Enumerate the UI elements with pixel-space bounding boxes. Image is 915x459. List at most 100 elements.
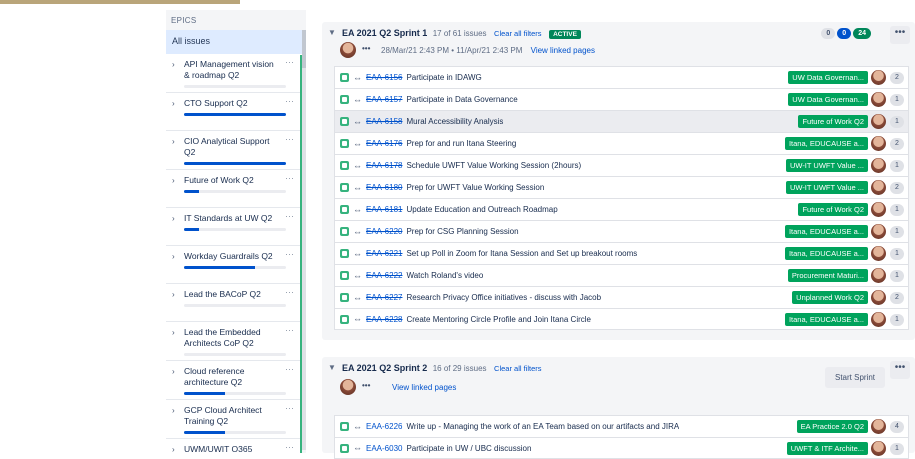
epic-item[interactable]: › Cloud reference architecture Q2 ··· [166,361,302,400]
epic-label-badge[interactable]: UW-IT UWFT Value ... [785,181,868,194]
issue-summary[interactable]: Prep for UWFT Value Working Session [406,183,544,192]
epic-item[interactable]: › Future of Work Q2 ··· [166,170,302,208]
chevron-right-icon[interactable]: › [172,445,175,453]
epic-label-badge[interactable]: Unplanned Work Q2 [792,291,868,304]
issue-key-link[interactable]: EAA-6176 [366,139,402,148]
chevron-down-icon[interactable]: ▼ [328,28,336,37]
epic-item[interactable]: › CTO Support Q2 ··· [166,93,302,131]
issue-key-link[interactable]: EAA-6178 [366,161,402,170]
issue-key-link[interactable]: EAA-6228 [366,315,402,324]
assignee-avatar[interactable] [871,180,886,195]
assignee-avatar[interactable] [871,246,886,261]
epic-label-badge[interactable]: Itana, EDUCAUSE a... [784,247,868,260]
more-icon[interactable]: ··· [285,96,294,106]
chevron-right-icon[interactable]: › [172,406,175,415]
issue-key-link[interactable]: EAA-6227 [366,293,402,302]
assignee-avatar[interactable] [871,268,886,283]
assignee-avatar[interactable] [871,419,886,434]
more-icon[interactable]: ··· [285,134,294,144]
issue-key-link[interactable]: EAA-6180 [366,183,402,192]
issue-summary[interactable]: Prep for and run Itana Steering [406,139,516,148]
issue-summary[interactable]: Update Education and Outreach Roadmap [406,205,557,214]
chevron-right-icon[interactable]: › [172,99,175,108]
more-icon[interactable]: ••• [362,44,370,53]
issue-key-link[interactable]: EAA-6157 [366,95,402,104]
more-icon[interactable]: ••• [362,381,370,390]
issue-summary[interactable]: Participate in UW / UBC discussion [406,444,531,453]
epic-label-badge[interactable]: Itana, EDUCAUSE a... [784,313,868,326]
issue-row[interactable]: ⇔ EAA-6222 Watch Roland's video Procurement… [334,264,909,286]
issue-summary[interactable]: Participate in IDAWG [406,73,481,82]
more-icon[interactable]: ··· [285,211,294,221]
assignee-avatar[interactable] [871,92,886,107]
assignee-avatar[interactable] [871,70,886,85]
more-icon[interactable]: ··· [285,364,294,374]
chevron-right-icon[interactable]: › [172,137,175,146]
epic-label-badge[interactable]: Procurement Maturi... [787,269,868,282]
epic-item[interactable]: › GCP Cloud Architect Training Q2 ··· [166,400,302,439]
issue-row[interactable]: ⇔ EAA-6180 Prep for UWFT Value Working Ses… [334,176,909,198]
epic-item[interactable]: › UWM/UWIT O365 ··· [166,439,302,453]
avatar[interactable] [340,379,356,395]
epic-item[interactable]: › API Management vision & roadmap Q2 ··· [166,54,302,93]
epic-label-badge[interactable]: UW Data Governan... [788,71,868,84]
more-icon[interactable]: ··· [285,403,294,413]
epic-label-badge[interactable]: Future of Work Q2 [798,203,868,216]
epic-label-badge[interactable]: Itana, EDUCAUSE a... [784,225,868,238]
assignee-avatar[interactable] [871,114,886,129]
issue-row[interactable]: ⇔ EAA-6221 Set up Poll in Zoom for Itana S… [334,242,909,264]
issue-row[interactable]: ⇔ EAA-6226 Write up - Managing the work of… [334,415,909,437]
chevron-right-icon[interactable]: › [172,252,175,261]
chevron-right-icon[interactable]: › [172,176,175,185]
issue-key-link[interactable]: EAA-6156 [366,73,402,82]
more-icon[interactable]: ··· [285,173,294,183]
issue-row[interactable]: ⇔ EAA-6030 Participate in UW / UBC discuss… [334,437,909,459]
epic-label-badge[interactable]: UWFT & ITF Archite... [786,442,868,455]
issue-summary[interactable]: Schedule UWFT Value Working Session (2ho… [406,161,581,170]
scrollbar-thumb[interactable] [302,30,306,68]
chevron-right-icon[interactable]: › [172,60,175,69]
clear-filters-link[interactable]: Clear all filters [494,364,542,373]
chevron-down-icon[interactable]: ▼ [328,363,336,372]
issue-summary[interactable]: Set up Poll in Zoom for Itana Session an… [406,249,637,258]
epic-label-badge[interactable]: Itana, EDUCAUSE a... [784,137,868,150]
epic-item[interactable]: › IT Standards at UW Q2 ··· [166,208,302,246]
chevron-right-icon[interactable]: › [172,214,175,223]
issue-row[interactable]: ⇔ EAA-6181 Update Education and Outreach R… [334,198,909,220]
issue-summary[interactable]: Participate in Data Governance [406,95,517,104]
issue-row[interactable]: ⇔ EAA-6220 Prep for CSG Planning Session It… [334,220,909,242]
issue-row[interactable]: ⇔ EAA-6176 Prep for and run Itana Steering… [334,132,909,154]
view-linked-pages-link[interactable]: View linked pages [392,383,456,392]
issue-summary[interactable]: Create Mentoring Circle Profile and Join… [406,315,591,324]
epic-label-badge[interactable]: UW Data Governan... [788,93,868,106]
assignee-avatar[interactable] [871,290,886,305]
assignee-avatar[interactable] [871,158,886,173]
more-icon[interactable]: ··· [285,57,294,67]
epic-label-badge[interactable]: Future of Work Q2 [798,115,868,128]
issue-row[interactable]: ⇔ EAA-6156 Participate in IDAWG UW Data Gov… [334,66,909,88]
epic-item[interactable]: › Lead the BACoP Q2 ··· [166,284,302,322]
epic-label-badge[interactable]: UW-IT UWFT Value ... [785,159,868,172]
issue-summary[interactable]: Prep for CSG Planning Session [406,227,518,236]
assignee-avatar[interactable] [871,441,886,456]
all-issues-item[interactable]: All issues [166,30,302,54]
issue-summary[interactable]: Research Privacy Office initiatives - di… [406,293,601,302]
issue-row[interactable]: ⇔ EAA-6227 Research Privacy Office initiat… [334,286,909,308]
issue-summary[interactable]: Mural Accessibility Analysis [406,117,503,126]
epics-scrollbar[interactable] [302,30,306,450]
issue-row[interactable]: ⇔ EAA-6157 Participate in Data Governance U… [334,88,909,110]
epic-item[interactable]: › Lead the Embedded Architects CoP Q2 ··· [166,322,302,361]
issue-row[interactable]: ⇔ EAA-6158 Mural Accessibility Analysis Fut… [334,110,909,132]
chevron-right-icon[interactable]: › [172,367,175,376]
view-linked-pages-link[interactable]: View linked pages [531,46,595,55]
more-icon[interactable]: ··· [285,442,294,452]
more-icon[interactable]: ··· [285,325,294,335]
epic-label-badge[interactable]: EA Practice 2.0 Q2 [796,420,868,433]
issue-row[interactable]: ⇔ EAA-6178 Schedule UWFT Value Working Ses… [334,154,909,176]
issue-key-link[interactable]: EAA-6226 [366,422,402,431]
issue-key-link[interactable]: EAA-6030 [366,444,402,453]
issue-key-link[interactable]: EAA-6222 [366,271,402,280]
assignee-avatar[interactable] [871,312,886,327]
issue-summary[interactable]: Watch Roland's video [406,271,483,280]
issue-key-link[interactable]: EAA-6181 [366,205,402,214]
